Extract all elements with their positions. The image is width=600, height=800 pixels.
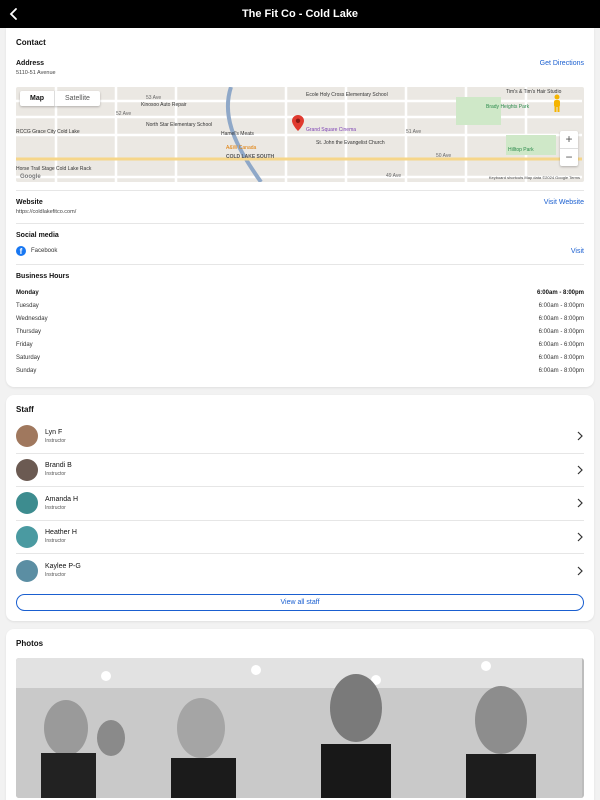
hours-row: Sunday 6:00am - 8:00pm [16,367,584,374]
hours-row: Monday 6:00am - 8:00pm [16,289,584,296]
avatar [16,559,38,582]
staff-name: Lyn F [45,428,63,436]
map-marker-icon[interactable] [292,115,304,131]
map-poi-label: Grand Square Cinema [306,127,357,133]
map-poi-label: North Star Elementary School [146,122,213,128]
map-poi-label: Horse Trail Stage Cold Lake Rack [16,166,92,172]
staff-title: Staff [16,405,34,414]
photos-card: Photos [6,628,594,800]
hours-row: Saturday 6:00am - 8:00pm [16,354,584,361]
staff-name: Amanda H [45,495,79,503]
get-directions-link[interactable]: Get Directions [540,60,584,67]
facebook-label: Facebook [31,248,58,254]
map-street-label: 52 Ave [116,111,132,117]
staff-name: Brandi B [45,462,72,470]
hours-row: Thursday 6:00am - 8:00pm [16,328,584,335]
address-value: 5110-51 Avenue [16,70,56,76]
avatar [16,525,38,548]
divider [16,264,584,265]
zoom-in-button[interactable]: + [560,131,578,148]
map-poi-label: RCCG Grace City Cold Lake [16,129,80,135]
business-hours-label: Business Hours [16,273,70,280]
map-street-label: 50 Ave [436,153,452,159]
chevron-right-icon [577,431,583,441]
facebook-visit-link[interactable]: Visit [571,248,584,255]
map-type-toggle: Map Satellite [20,91,100,106]
chevron-right-icon [577,566,583,576]
facebook-icon: f [16,246,26,256]
facebook-row: f Facebook Visit [16,246,584,256]
hours-row: Tuesday 6:00am - 8:00pm [16,302,584,309]
pegman-icon[interactable] [552,94,562,112]
divider [16,190,584,191]
staff-role: Instructor [45,471,66,478]
map[interactable]: Ecole Holy Cross Elementary School Kinos… [16,87,584,182]
map-streets [16,87,582,182]
social-media-label: Social media [16,232,59,239]
map-poi-label: Hamel's Meats [221,131,254,137]
view-all-staff-button[interactable]: View all staff [16,593,584,611]
map-street-label: 49 Ave [386,173,402,179]
page-content: Contact Address Get Directions 5110-51 A… [0,28,600,800]
staff-name: Kaylee P-G [45,563,81,571]
chevron-right-icon [577,498,583,508]
gym-photo[interactable] [16,657,584,798]
avatar [16,492,38,515]
map-zoom-controls: + − [560,131,578,166]
contact-card: Contact Address Get Directions 5110-51 A… [6,28,594,387]
back-arrow-icon[interactable] [6,6,22,22]
map-footer[interactable]: Keyboard shortcuts Map data ©2024 Google… [489,175,580,180]
chevron-right-icon [577,532,583,542]
staff-role: Instructor [45,538,66,545]
map-poi-label: Brady Heights Park [486,104,530,110]
staff-row[interactable]: Amanda H Instructor [16,487,584,521]
staff-card: Staff Lyn F Instructor Brandi B Instruct… [6,395,594,621]
map-poi-label: St. John the Evangelist Church [316,140,385,146]
avatar [16,458,38,481]
map-poi-label: A&W Canada [226,145,257,151]
chevron-right-icon [577,465,583,475]
map-area-label: COLD LAKE SOUTH [226,154,275,160]
map-toggle-satellite[interactable]: Satellite [54,91,100,106]
staff-row[interactable]: Heather H Instructor [16,521,584,554]
map-poi-label: Ecole Holy Cross Elementary School [306,92,388,98]
photos-title: Photos [16,638,44,648]
website-label: Website [16,199,43,206]
address-label: Address [16,60,45,67]
photo-image [16,657,582,798]
map-street-label: 53 Ave [146,95,162,101]
page-title: The Fit Co - Cold Lake [241,8,359,20]
google-logo: Google [20,174,41,180]
divider [16,223,584,224]
map-street-label: 51 Ave [406,129,422,135]
top-bar: The Fit Co - Cold Lake [0,0,600,28]
map-toggle-map[interactable]: Map [20,91,54,106]
staff-role: Instructor [45,504,66,511]
avatar [16,425,38,448]
staff-role: Instructor [45,437,66,444]
hours-row: Friday 6:00am - 6:00pm [16,341,584,348]
staff-row[interactable]: Brandi B Instructor [16,454,584,487]
staff-row[interactable]: Lyn F Instructor [16,420,584,454]
zoom-out-button[interactable]: − [560,148,578,166]
contact-title: Contact [16,38,46,47]
map-poi-label: Kinosoo Auto Repair [141,102,187,108]
staff-row[interactable]: Kaylee P-G Instructor [16,554,584,588]
hours-list: Monday 6:00am - 8:00pm Tuesday 6:00am - 8:… [16,286,584,377]
staff-name: Heather H [45,529,77,537]
website-value: https://coldlakefitco.com/ [16,209,77,215]
hours-row: Wednesday 6:00am - 8:00pm [16,315,584,322]
map-poi-label: Hilltop Park [508,147,534,153]
visit-website-link[interactable]: Visit Website [544,199,584,206]
staff-role: Instructor [45,572,66,579]
